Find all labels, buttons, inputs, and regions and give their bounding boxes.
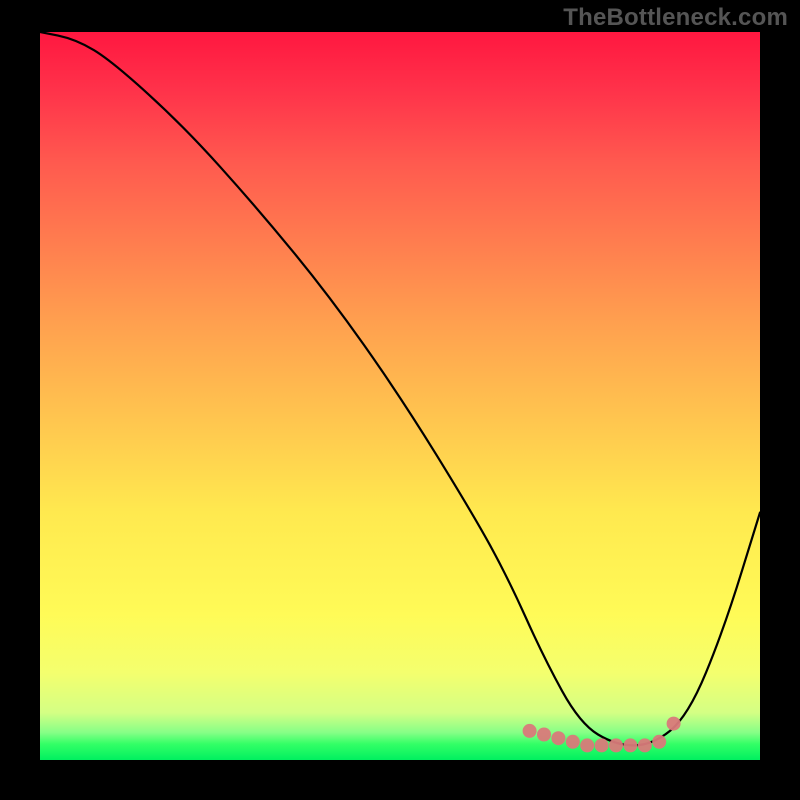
plot-area (40, 32, 760, 760)
series-curve (40, 32, 760, 745)
series-optimal-band (523, 717, 681, 753)
watermark: TheBottleneck.com (563, 4, 788, 32)
chart-container: TheBottleneck.com (0, 0, 800, 800)
chart-overlay (40, 32, 760, 760)
